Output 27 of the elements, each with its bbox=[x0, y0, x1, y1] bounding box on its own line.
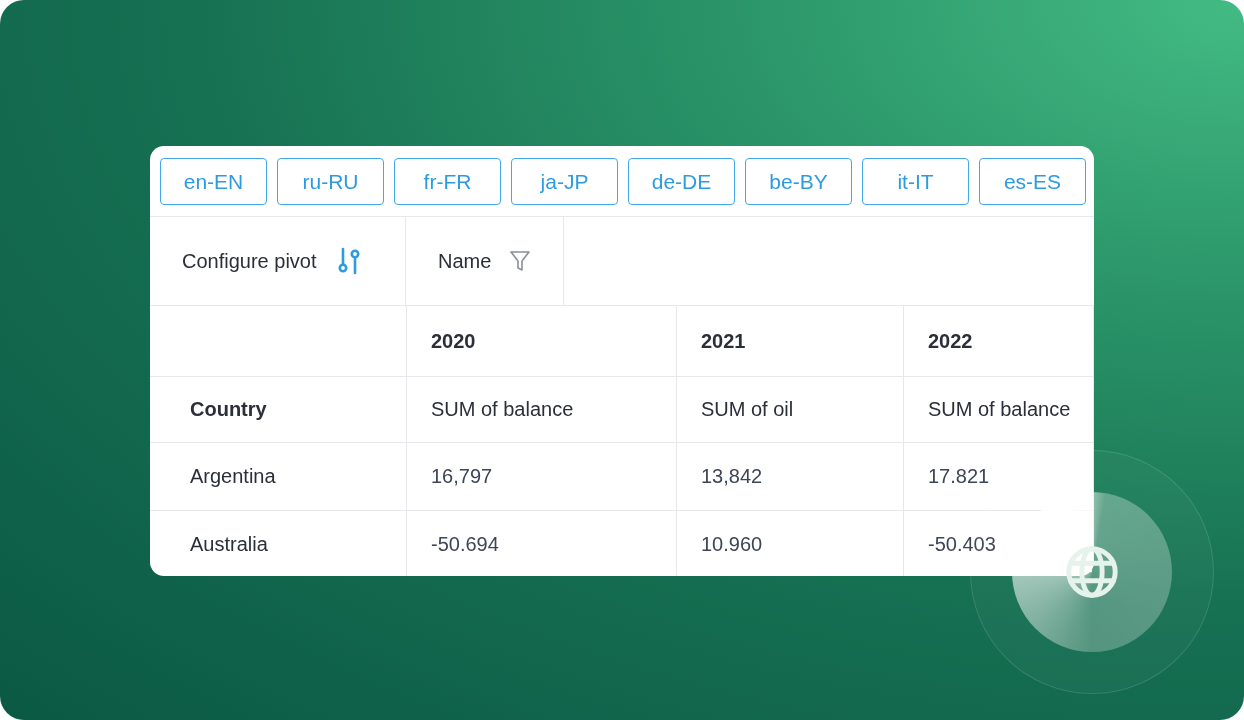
table-cell: -50.694 bbox=[431, 533, 499, 556]
language-button[interactable]: ru-RU bbox=[277, 158, 384, 205]
measure-header: SUM of balance bbox=[928, 398, 1071, 421]
sliders-icon[interactable] bbox=[336, 247, 361, 275]
row-label: Australia bbox=[190, 533, 268, 556]
language-button[interactable]: it-IT bbox=[862, 158, 969, 205]
year-header: 2021 bbox=[701, 329, 746, 353]
year-header: 2020 bbox=[431, 329, 476, 353]
measure-header: SUM of oil bbox=[701, 398, 794, 421]
row-label: Argentina bbox=[190, 465, 276, 488]
language-button[interactable]: ja-JP bbox=[511, 158, 618, 205]
filter-field-label[interactable]: Name bbox=[438, 249, 492, 273]
table-cell: 13,842 bbox=[701, 465, 763, 488]
configure-pivot-label[interactable]: Configure pivot bbox=[182, 249, 317, 273]
filter-icon[interactable] bbox=[509, 249, 532, 273]
table-cell: 10.960 bbox=[701, 533, 763, 556]
measure-header: SUM of balance bbox=[431, 398, 574, 421]
language-button[interactable]: de-DE bbox=[628, 158, 735, 205]
language-button[interactable]: en-EN bbox=[160, 158, 267, 205]
language-button[interactable]: be-BY bbox=[745, 158, 852, 205]
language-button[interactable]: es-ES bbox=[979, 158, 1086, 205]
language-button[interactable]: fr-FR bbox=[394, 158, 501, 205]
row-header: Country bbox=[190, 398, 267, 421]
year-header: 2022 bbox=[928, 329, 973, 353]
table-cell: -50.403 bbox=[928, 533, 996, 556]
table-cell: 16,797 bbox=[431, 465, 493, 488]
table-cell: 17.821 bbox=[928, 465, 990, 488]
